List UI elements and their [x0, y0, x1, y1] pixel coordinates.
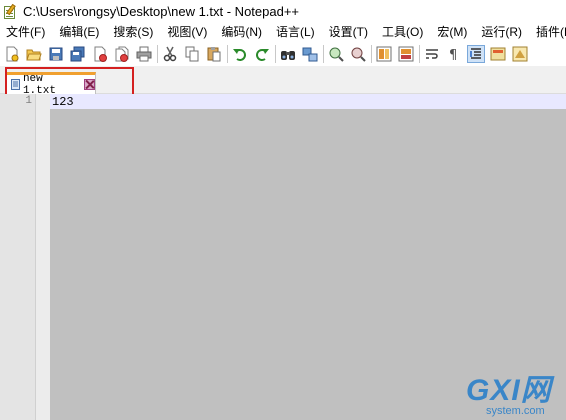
menu-macro[interactable]: 宏(M)	[430, 22, 474, 42]
doc-map-icon[interactable]	[511, 45, 529, 63]
zoom-in-icon[interactable]	[327, 45, 345, 63]
tab-new-1-txt[interactable]: new 1.txt	[6, 72, 96, 97]
save-icon[interactable]	[47, 45, 65, 63]
paste-icon[interactable]	[205, 45, 223, 63]
svg-text:¶: ¶	[449, 48, 457, 62]
toolbar-separator	[157, 45, 158, 63]
menu-bar: 文件(F) 编辑(E) 搜索(S) 视图(V) 编码(N) 语言(L) 设置(T…	[0, 22, 566, 42]
word-wrap-icon[interactable]	[423, 45, 441, 63]
menu-language[interactable]: 语言(L)	[269, 22, 322, 42]
title-bar: C:\Users\rongsy\Desktop\new 1.txt - Note…	[0, 0, 566, 22]
close-tab-icon[interactable]	[84, 79, 95, 90]
toolbar: ¶	[0, 42, 566, 66]
sync-vertical-icon[interactable]	[375, 45, 393, 63]
current-line-highlight	[50, 94, 566, 109]
find-icon[interactable]	[279, 45, 297, 63]
menu-file[interactable]: 文件(F)	[0, 22, 52, 42]
toolbar-separator	[419, 45, 420, 63]
toolbar-separator	[323, 45, 324, 63]
open-file-icon[interactable]	[25, 45, 43, 63]
cut-icon[interactable]	[161, 45, 179, 63]
menu-edit[interactable]: 编辑(E)	[52, 22, 106, 42]
watermark-main-text: GXI网	[466, 374, 552, 407]
menu-view[interactable]: 视图(V)	[160, 22, 214, 42]
close-all-icon[interactable]	[113, 45, 131, 63]
line-number-gutter: 1	[0, 94, 36, 420]
toolbar-separator	[371, 45, 372, 63]
zoom-out-icon[interactable]	[349, 45, 367, 63]
copy-icon[interactable]	[183, 45, 201, 63]
file-tab-icon	[11, 79, 20, 90]
watermark-sub-text: system.com	[486, 405, 545, 417]
show-all-chars-icon[interactable]: ¶	[445, 45, 463, 63]
editor-area[interactable]: 1 123	[0, 94, 566, 420]
tab-label: new 1.txt	[22, 72, 56, 97]
menu-search[interactable]: 搜索(S)	[106, 22, 160, 42]
toolbar-separator	[275, 45, 276, 63]
save-all-icon[interactable]	[69, 45, 87, 63]
menu-run[interactable]: 运行(R)	[474, 22, 529, 42]
toolbar-separator	[227, 45, 228, 63]
line-number: 1	[25, 95, 32, 107]
menu-encoding[interactable]: 编码(N)	[214, 22, 269, 42]
notepad-plus-plus-icon	[3, 3, 17, 19]
window-title: C:\Users\rongsy\Desktop\new 1.txt - Note…	[23, 3, 300, 19]
close-icon[interactable]	[91, 45, 109, 63]
fold-margin[interactable]	[36, 94, 50, 420]
site-watermark-logo: GXI网 system.com	[466, 374, 562, 418]
editor-line-text[interactable]: 123	[52, 95, 74, 109]
menu-settings[interactable]: 设置(T)	[322, 22, 375, 42]
user-language-icon[interactable]	[489, 45, 507, 63]
undo-icon[interactable]	[231, 45, 249, 63]
menu-tools[interactable]: 工具(O)	[375, 22, 430, 42]
sync-horizontal-icon[interactable]	[397, 45, 415, 63]
redo-icon[interactable]	[253, 45, 271, 63]
replace-icon[interactable]	[301, 45, 319, 63]
menu-plugins[interactable]: 插件(P)	[529, 22, 566, 42]
tab-bar: new 1.txt	[0, 66, 566, 97]
new-file-icon[interactable]	[3, 45, 21, 63]
indent-guide-icon[interactable]	[467, 45, 485, 63]
print-icon[interactable]	[135, 45, 153, 63]
